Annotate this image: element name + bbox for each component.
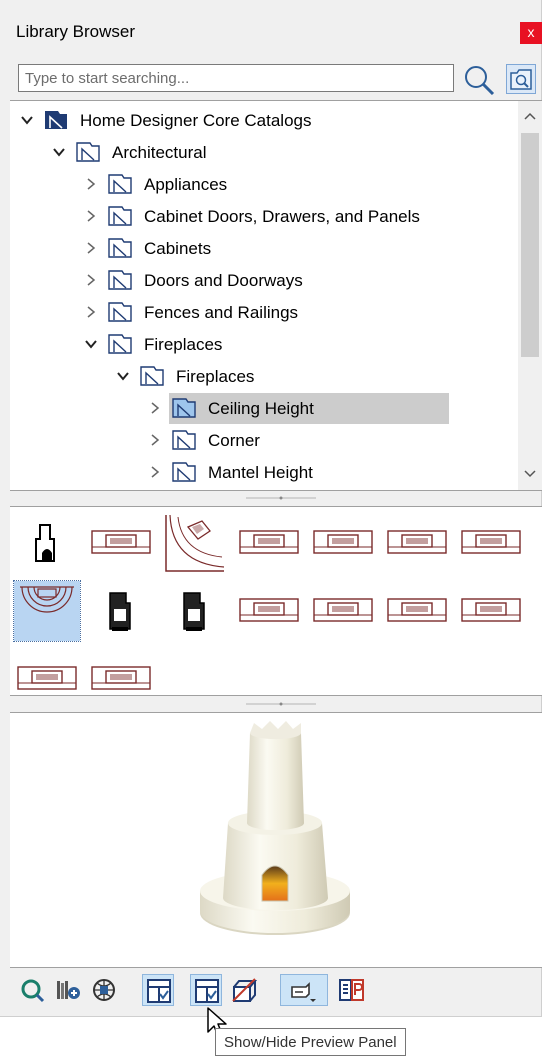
- chevron-right-icon[interactable]: [84, 305, 98, 319]
- folder-icon: [172, 430, 196, 450]
- add-to-library-icon: [57, 981, 80, 999]
- folder-icon: [108, 206, 132, 226]
- tree-item-label: Architectural: [112, 143, 207, 162]
- chevron-right-icon[interactable]: [84, 209, 98, 223]
- tree-item[interactable]: Fireplaces: [10, 329, 512, 359]
- folder-icon: [108, 302, 132, 322]
- online-catalogs-button[interactable]: [88, 974, 120, 1006]
- fireplace-preview-image: [200, 721, 350, 935]
- chevron-right-icon[interactable]: [148, 465, 162, 479]
- fireplace-plan-icon[interactable]: [236, 513, 302, 573]
- tree-item[interactable]: Home Designer Core Catalogs: [10, 105, 512, 135]
- show-hide-preview-panel-button[interactable]: [190, 974, 222, 1006]
- chevron-right-icon[interactable]: [148, 401, 162, 415]
- material-options-button[interactable]: [228, 974, 260, 1006]
- title-bar[interactable]: Library Browser x: [0, 0, 542, 56]
- tree-item-label: Doors and Doorways: [144, 271, 303, 290]
- thumbs-preview-splitter[interactable]: [10, 697, 542, 711]
- tree-item-label: Appliances: [144, 175, 228, 194]
- search-input[interactable]: [18, 64, 454, 92]
- tree-thumbs-splitter[interactable]: [10, 491, 542, 505]
- corner-fireplace-plan-icon[interactable]: [162, 513, 228, 573]
- stove-3d-icon[interactable]: [162, 581, 228, 641]
- library-properties-button[interactable]: [336, 974, 368, 1006]
- tree-item-label: Fireplaces: [176, 367, 255, 386]
- refresh-library-button[interactable]: [16, 974, 48, 1006]
- tree-item-label: Mantel Height: [208, 463, 313, 482]
- tree-item[interactable]: Doors and Doorways: [10, 265, 512, 295]
- tree-item-label: Fireplaces: [144, 335, 223, 354]
- folder-icon: [108, 270, 132, 290]
- tree-item[interactable]: Cabinets: [10, 233, 512, 263]
- search-icon[interactable]: [462, 63, 498, 96]
- tree-item-label: Ceiling Height: [208, 399, 314, 418]
- folder-icon: [76, 142, 100, 162]
- folder-icon: [140, 366, 164, 386]
- tree-item[interactable]: Fences and Railings: [10, 297, 512, 327]
- scroll-up-arrow-icon[interactable]: [523, 109, 537, 123]
- tree-item[interactable]: Appliances: [10, 169, 512, 199]
- show-hide-preview-panel-icon: [195, 979, 219, 1003]
- add-to-library-button[interactable]: [52, 974, 84, 1006]
- fireplace-plan-icon[interactable]: [458, 581, 524, 641]
- library-properties-icon: [339, 979, 364, 1001]
- refresh-library-icon: [21, 979, 45, 1003]
- library-toolbar: [10, 968, 542, 1016]
- folder-icon: [172, 398, 196, 418]
- tree-item[interactable]: Cabinet Doors, Drawers, and Panels: [10, 201, 512, 231]
- chevron-down-icon[interactable]: [84, 337, 98, 351]
- library-browser-window: Library Browser x Home Designer Core Cat…: [0, 0, 542, 1017]
- library-tree: Home Designer Core Catalogs Architectural…: [10, 100, 542, 491]
- tree-item[interactable]: Corner: [10, 425, 512, 455]
- material-options-icon: [232, 978, 257, 1002]
- tree-item[interactable]: Fireplaces: [10, 361, 512, 391]
- scroll-down-arrow-icon[interactable]: [523, 467, 537, 481]
- folder-icon: [108, 238, 132, 258]
- scrollbar-thumb[interactable]: [521, 133, 539, 357]
- view-options-icon: [291, 982, 316, 1002]
- fireplace-plan-icon[interactable]: [310, 581, 376, 641]
- tree-scrollbar[interactable]: [518, 101, 542, 490]
- fireplace-plan-icon[interactable]: [236, 581, 302, 641]
- chevron-right-icon[interactable]: [84, 177, 98, 191]
- online-catalogs-icon: [93, 979, 115, 1001]
- catalog-search-icon[interactable]: [506, 64, 536, 94]
- tooltip: Show/Hide Preview Panel: [215, 1028, 406, 1056]
- folder-icon: [172, 462, 196, 482]
- tree-item-label: Cabinets: [144, 239, 212, 258]
- chevron-down-icon[interactable]: [20, 113, 34, 127]
- chevron-right-icon[interactable]: [148, 433, 162, 447]
- stove-3d-icon[interactable]: [88, 581, 154, 641]
- chevron-right-icon[interactable]: [84, 241, 98, 255]
- view-options-button[interactable]: [280, 974, 328, 1006]
- fireplace-3d-icon[interactable]: [14, 513, 80, 573]
- tree-item[interactable]: Ceiling Height: [10, 393, 512, 424]
- tree-item[interactable]: Mantel Height: [10, 457, 512, 487]
- show-hide-tree-panel-icon: [147, 979, 171, 1003]
- fireplace-plan-icon[interactable]: [88, 513, 154, 573]
- tree-item-label: Cabinet Doors, Drawers, and Panels: [144, 207, 420, 226]
- chevron-right-icon[interactable]: [84, 273, 98, 287]
- chevron-down-icon[interactable]: [52, 145, 66, 159]
- tree-item-label: Fences and Railings: [144, 303, 299, 322]
- show-hide-tree-panel-button[interactable]: [142, 974, 174, 1006]
- tree-item-label: Home Designer Core Catalogs: [80, 111, 312, 130]
- window-title: Library Browser: [16, 22, 136, 41]
- preview-panel: [10, 712, 542, 968]
- fireplace-plan-icon[interactable]: [384, 581, 450, 641]
- chevron-down-icon[interactable]: [116, 369, 130, 383]
- fireplace-plan-icon[interactable]: [384, 513, 450, 573]
- fireplace-plan-icon[interactable]: [310, 513, 376, 573]
- folder-icon: [108, 334, 132, 354]
- round-fireplace-plan-icon[interactable]: [13, 580, 81, 642]
- tree-item-label: Corner: [208, 431, 260, 450]
- thumbnail-panel: [10, 506, 542, 696]
- folder-icon: [45, 111, 67, 129]
- folder-icon: [108, 174, 132, 194]
- fireplace-plan-icon[interactable]: [458, 513, 524, 573]
- close-button[interactable]: x: [520, 22, 542, 44]
- tree-item[interactable]: Architectural: [10, 137, 512, 167]
